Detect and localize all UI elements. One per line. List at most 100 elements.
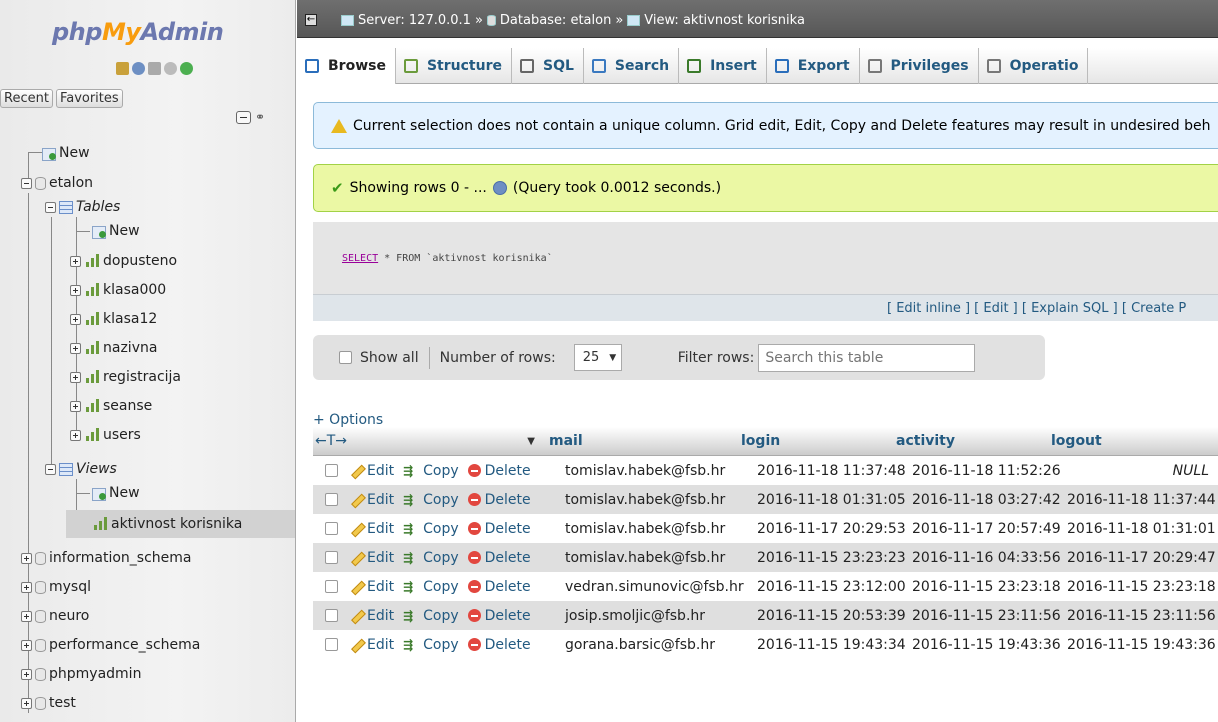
info-icon[interactable] [492,181,507,195]
copy-icon[interactable]: ⇶ [403,522,419,536]
copy-link[interactable]: Copy [423,463,459,479]
expand-icon[interactable] [70,400,81,412]
nav-table-nazivna[interactable]: nazivna [70,337,157,359]
delete-icon[interactable] [467,464,481,477]
filter-rows-input[interactable] [758,343,976,372]
edit-link[interactable]: Edit [367,579,394,595]
column-login[interactable]: login [741,433,896,449]
expand-icon[interactable] [70,255,81,267]
nav-new-table[interactable]: New [92,220,140,242]
collapse-all-icon[interactable] [236,110,251,124]
delete-link[interactable]: Delete [485,550,531,566]
delete-icon[interactable] [467,522,481,535]
tab-structure[interactable]: Structure [396,48,512,84]
collapse-nav-button[interactable]: ← [305,14,317,26]
tab-insert[interactable]: Insert [679,48,767,84]
reload-icon[interactable] [180,62,193,75]
pencil-icon[interactable] [349,580,363,594]
copy-icon[interactable]: ⇶ [403,464,419,478]
expand-icon[interactable] [21,668,32,680]
copy-link[interactable]: Copy [423,637,459,653]
sort-icon[interactable]: ▼ [375,436,549,447]
expand-icon[interactable] [21,639,32,651]
tab-sql[interactable]: SQL [512,48,584,84]
gear-icon[interactable] [164,62,177,75]
row-checkbox[interactable] [324,522,338,535]
show-all-checkbox[interactable] [339,351,352,364]
phpmyadmin-logo[interactable]: phpMyAdmin [52,18,224,46]
docs-icon[interactable] [148,62,161,75]
copy-link[interactable]: Copy [423,579,459,595]
pencil-icon[interactable] [349,551,363,565]
nav-view-aktivnost-korisnika[interactable]: aktivnost korisnika [92,513,242,535]
edit-link[interactable]: Edit [367,550,394,566]
nav-table-seanse[interactable]: seanse [70,395,152,417]
delete-icon[interactable] [467,551,481,564]
breadcrumb-database[interactable]: Database: etalon [500,13,611,28]
row-checkbox[interactable] [324,493,338,506]
nav-table-users[interactable]: users [70,424,141,446]
collapse-icon[interactable] [21,177,32,189]
expand-icon[interactable] [70,342,81,354]
edit-link[interactable]: Edit [367,492,394,508]
edit-link[interactable]: Edit [367,463,394,479]
favorites-button[interactable]: Favorites [55,89,123,108]
expand-icon[interactable] [21,697,32,709]
breadcrumb-view[interactable]: View: aktivnost korisnika [644,13,805,28]
expand-icon[interactable] [70,429,81,441]
row-checkbox[interactable] [324,551,338,564]
pencil-icon[interactable] [349,464,363,478]
nav-table-klasa12[interactable]: klasa12 [70,308,157,330]
copy-icon[interactable]: ⇶ [403,609,419,623]
tab-export[interactable]: Export [767,48,860,84]
delete-link[interactable]: Delete [485,608,531,624]
column-logout[interactable]: logout [1051,433,1203,449]
collapse-icon[interactable] [45,201,56,213]
nav-db-neuro[interactable]: neuro [21,605,89,627]
rows-select[interactable]: 25 ▼ [573,344,622,371]
expand-icon[interactable] [70,313,81,325]
tab-privileges[interactable]: Privileges [860,48,979,84]
delete-link[interactable]: Delete [485,463,531,479]
nav-table-klasa000[interactable]: klasa000 [70,279,166,301]
tab-search[interactable]: Search [584,48,680,84]
delete-link[interactable]: Delete [485,579,531,595]
nav-new-database[interactable]: New [42,142,90,164]
delete-link[interactable]: Delete [485,637,531,653]
column-mail[interactable]: mail [549,433,741,449]
edit-link[interactable]: Edit [367,521,394,537]
edit-link[interactable]: Edit [367,608,394,624]
column-activity[interactable]: activity [896,433,1051,449]
copy-icon[interactable]: ⇶ [403,580,419,594]
row-checkbox[interactable] [324,464,338,477]
copy-icon[interactable]: ⇶ [403,493,419,507]
copy-icon[interactable]: ⇶ [403,638,419,652]
expand-icon[interactable] [21,581,32,593]
options-toggle[interactable]: + Options [313,412,383,428]
nav-db-etalon[interactable]: etalon [21,172,93,194]
nav-views-group[interactable]: Views [45,458,117,480]
tab-operatio[interactable]: Operatio [979,48,1089,84]
copy-icon[interactable]: ⇶ [403,551,419,565]
column-resize-arrows[interactable]: ←T→ [313,433,375,449]
nav-db-performance_schema[interactable]: performance_schema [21,634,200,656]
nav-table-dopusteno[interactable]: dopusteno [70,250,177,272]
nav-db-information_schema[interactable]: information_schema [21,547,192,569]
row-checkbox[interactable] [324,609,338,622]
exit-icon[interactable] [132,62,145,75]
tab-browse[interactable]: Browse [297,48,396,84]
nav-db-mysql[interactable]: mysql [21,576,91,598]
delete-icon[interactable] [467,609,481,622]
collapse-icon[interactable] [45,463,56,475]
nav-new-view[interactable]: New [92,482,140,504]
nav-tables-group[interactable]: Tables [45,196,120,218]
breadcrumb-server[interactable]: Server: 127.0.0.1 [358,13,471,28]
pencil-icon[interactable] [349,638,363,652]
delete-icon[interactable] [467,580,481,593]
delete-link[interactable]: Delete [485,492,531,508]
link-icon[interactable]: ⚭ [255,110,265,124]
nav-db-test[interactable]: test [21,692,76,714]
pencil-icon[interactable] [349,493,363,507]
copy-link[interactable]: Copy [423,521,459,537]
expand-icon[interactable] [21,610,32,622]
